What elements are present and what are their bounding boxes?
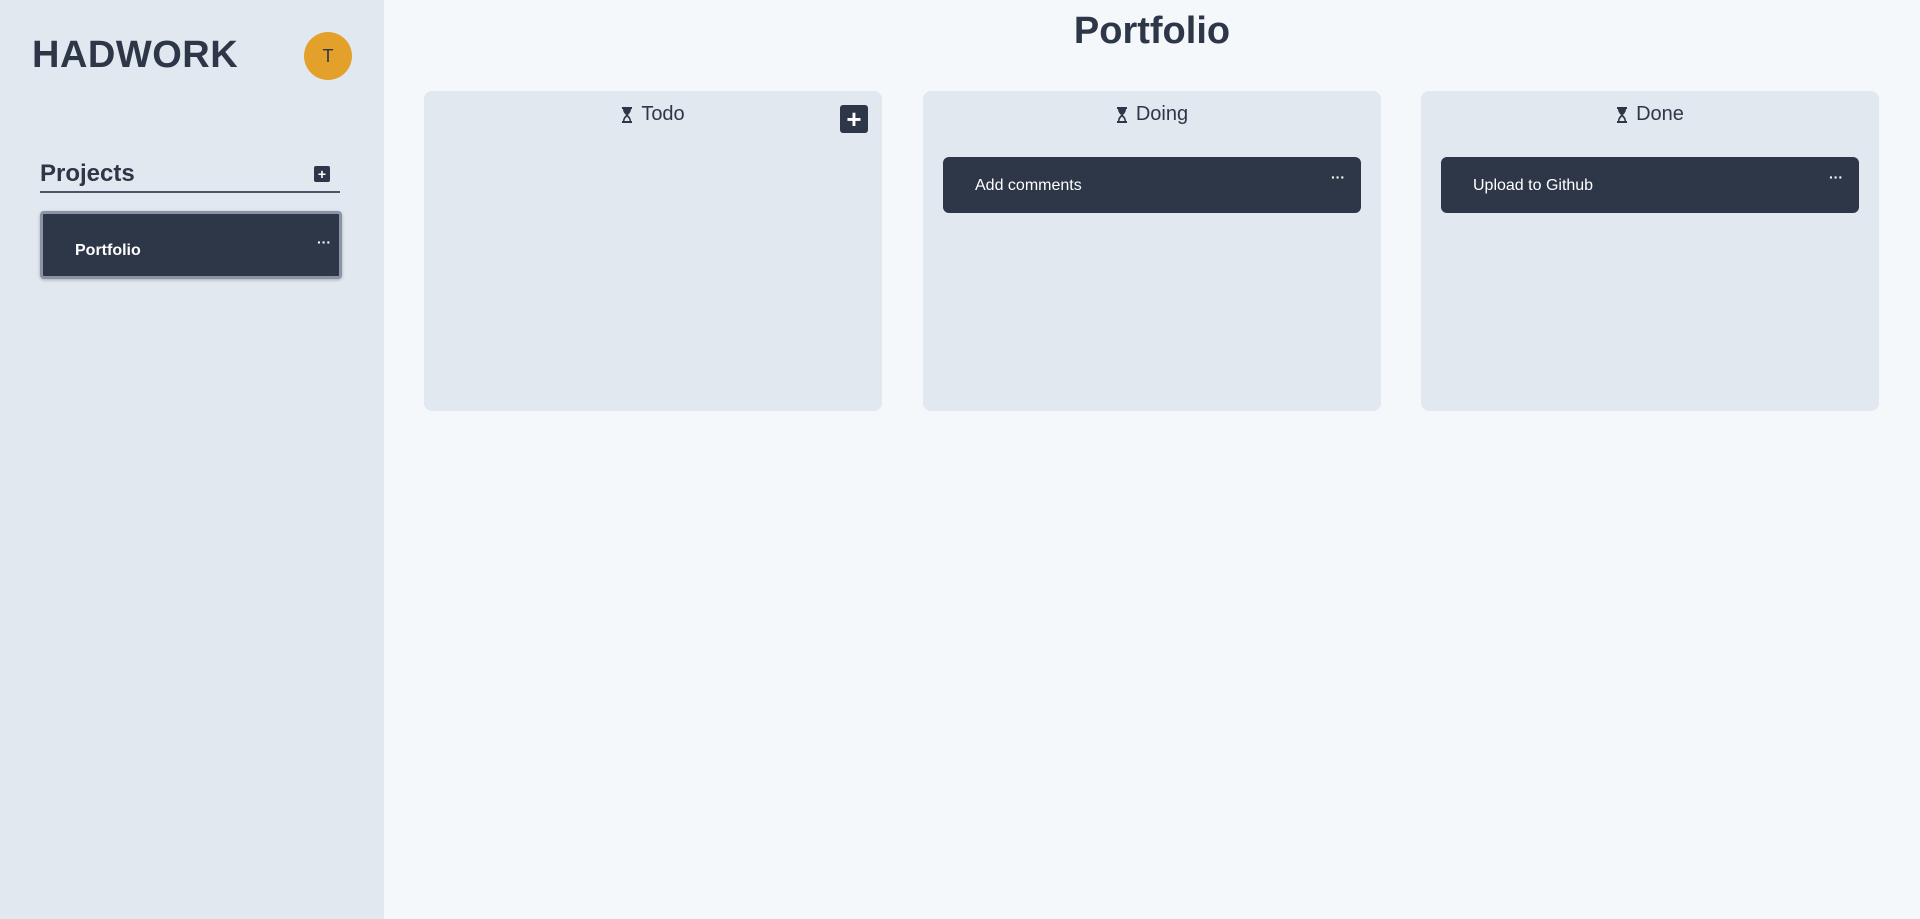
column-header: Todo (424, 103, 882, 126)
page-title: Portfolio (1073, 10, 1231, 52)
column-done: Done Upload to Github ··· (1421, 91, 1879, 411)
task-card[interactable]: Upload to Github ··· (1441, 157, 1859, 213)
projects-title: Projects (40, 159, 135, 187)
main-board: Portfolio Todo + Doing Add comments ··· (384, 0, 1920, 919)
user-avatar[interactable]: T (304, 32, 352, 80)
task-label: Upload to Github (1473, 177, 1594, 194)
column-title: Done (1636, 103, 1684, 125)
brand-logo: HADWORK (32, 34, 239, 76)
task-menu-icon[interactable]: ··· (1331, 169, 1345, 185)
column-todo: Todo + (424, 91, 882, 411)
hourglass-icon (622, 106, 633, 123)
sidebar-item-portfolio[interactable]: Portfolio ··· (40, 211, 342, 279)
sidebar: HADWORK T Projects + Portfolio ··· (0, 0, 384, 919)
app: HADWORK T Projects + Portfolio ··· Portf… (0, 0, 1920, 919)
projects-header: Projects + (40, 156, 340, 193)
task-card[interactable]: Add comments ··· (943, 157, 1361, 213)
add-task-button[interactable]: + (840, 105, 868, 133)
project-item-label: Portfolio (75, 242, 141, 259)
hourglass-icon (1617, 106, 1628, 123)
task-menu-icon[interactable]: ··· (1829, 169, 1843, 185)
column-header: Done (1421, 103, 1879, 126)
hourglass-icon (1116, 106, 1127, 123)
add-project-button[interactable]: + (314, 165, 330, 182)
column-doing: Doing Add comments ··· (923, 91, 1381, 411)
project-menu-icon[interactable]: ··· (317, 234, 331, 250)
column-title: Doing (1135, 103, 1189, 125)
column-header: Doing (923, 103, 1381, 126)
task-label: Add comments (975, 177, 1082, 194)
column-title: Todo (641, 103, 685, 125)
